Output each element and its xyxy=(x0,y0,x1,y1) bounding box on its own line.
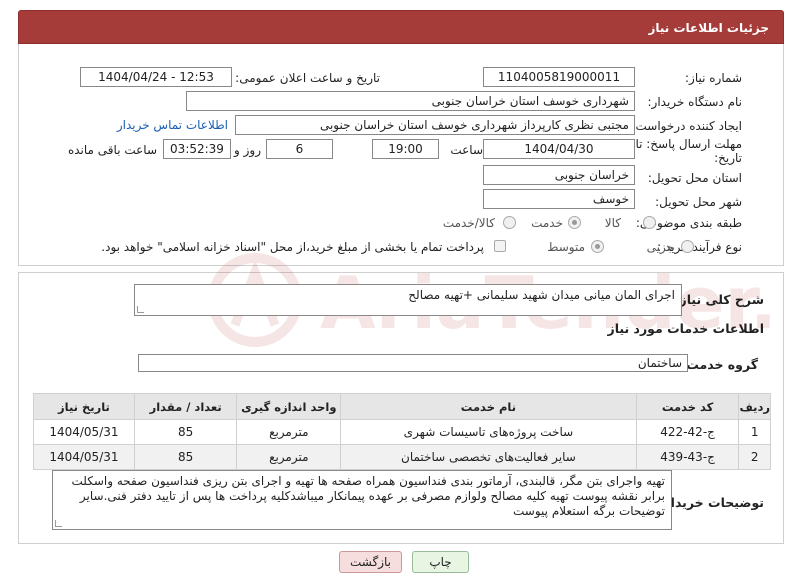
city-label: شهر محل تحویل: xyxy=(655,195,742,209)
service-name: ساخت پروژه‌های تاسیسات شهری xyxy=(340,419,637,445)
summary-text: اجرای المان میانی میدان شهید سلیمانی +ته… xyxy=(408,288,675,302)
need-date: 1404/05/31 xyxy=(33,444,135,470)
remaining-time-field: 03:52:39 xyxy=(163,139,231,159)
creator-field: مجتبی نظری کارپرداز شهرداری خوسف استان خ… xyxy=(235,115,635,135)
buyer-notes-textarea: تهیه واجرای بتن مگر، قالبندی، آرماتور بن… xyxy=(52,470,672,530)
buyer-notes-label: توضیحات خریدار: xyxy=(658,495,764,510)
process-option-minor: جزیی xyxy=(646,240,674,254)
days-label: روز و xyxy=(234,143,261,157)
creator-label: ایجاد کننده درخواست: xyxy=(631,119,742,133)
panel-header-frame: جزئیات اطلاعات نیاز xyxy=(18,10,784,44)
deadline-date-field: 1404/04/30 xyxy=(483,139,635,159)
service-code: ج-42-422 xyxy=(635,419,740,445)
days-field: 6 xyxy=(266,139,333,159)
row-number: 1 xyxy=(738,419,771,445)
summary-label: شرح کلی نیاز: xyxy=(674,292,764,307)
category-radio-goods[interactable] xyxy=(643,216,656,229)
resize-handle-icon[interactable] xyxy=(55,520,62,527)
announce-label: تاریخ و ساعت اعلان عمومی: xyxy=(235,71,380,85)
buyer-org-field: شهرداری خوسف استان خراسان جنوبی xyxy=(186,91,635,111)
deadline-label: مهلت ارسال پاسخ: تا xyxy=(635,137,742,151)
deadline-date-label: تاریخ: xyxy=(714,151,742,165)
unit: مترمربع xyxy=(236,419,342,445)
col-header-service-code: کد خدمت xyxy=(635,393,740,420)
treasury-payment-checkbox[interactable] xyxy=(494,240,506,252)
buyer-notes-text: تهیه واجرای بتن مگر، قالبندی، آرماتور بن… xyxy=(71,474,665,518)
deadline-time-field: 19:00 xyxy=(372,139,439,159)
process-option-medium: متوسط xyxy=(547,240,585,254)
need-number-label: شماره نیاز: xyxy=(685,71,742,85)
category-radio-service[interactable] xyxy=(568,216,581,229)
unit: مترمربع xyxy=(236,444,342,470)
city-field: خوسف xyxy=(483,189,635,209)
treasury-payment-note: پرداخت تمام یا بخشی از مبلغ خرید،از محل … xyxy=(101,240,484,254)
service-name: سایر فعالیت‌های تخصصی ساختمان xyxy=(340,444,637,470)
buyer-org-label: نام دستگاه خریدار: xyxy=(647,95,743,109)
service-code: ج-43-439 xyxy=(635,444,740,470)
buyer-contact-link[interactable]: اطلاعات تماس خریدار xyxy=(117,118,228,132)
col-header-unit: واحد اندازه گیری xyxy=(236,393,342,420)
services-table: ردیف کد خدمت نام خدمت واحد اندازه گیری ت… xyxy=(33,393,771,470)
resize-handle-icon[interactable] xyxy=(137,306,144,313)
page-title: جزئیات اطلاعات نیاز xyxy=(18,10,784,44)
back-button[interactable]: بازگشت xyxy=(339,551,402,573)
quantity: 85 xyxy=(133,419,238,445)
time-label: ساعت xyxy=(450,143,483,157)
services-heading: اطلاعات خدمات مورد نیاز xyxy=(607,321,765,336)
category-option-goods-service: کالا/خدمت xyxy=(442,216,495,230)
service-group-label: گروه خدمت: xyxy=(681,357,758,372)
remaining-label: ساعت باقی مانده xyxy=(67,143,157,157)
col-header-need-date: تاریخ نیاز xyxy=(33,393,135,420)
process-radio-medium[interactable] xyxy=(591,240,604,253)
col-header-row-number: ردیف xyxy=(738,393,771,420)
service-group-field: ساختمان xyxy=(138,354,688,372)
col-header-service-name: نام خدمت xyxy=(340,393,637,420)
quantity: 85 xyxy=(133,444,238,470)
need-number-field: 1104005819000011 xyxy=(483,67,635,87)
process-radio-minor[interactable] xyxy=(681,240,694,253)
category-option-goods: کالا xyxy=(604,216,621,230)
announce-datetime-field: 1404/04/24 - 12:53 xyxy=(80,67,232,87)
col-header-quantity: تعداد / مقدار xyxy=(133,393,238,420)
category-radio-goods-service[interactable] xyxy=(503,216,516,229)
table-header-row: ردیف کد خدمت نام خدمت واحد اندازه گیری ت… xyxy=(33,393,771,420)
table-row: 2 ج-43-439 سایر فعالیت‌های تخصصی ساختمان… xyxy=(33,444,771,470)
category-option-service: خدمت xyxy=(531,216,563,230)
table-row: 1 ج-42-422 ساخت پروژه‌های تاسیسات شهری م… xyxy=(33,419,771,445)
row-number: 2 xyxy=(738,444,771,470)
summary-textarea: اجرای المان میانی میدان شهید سلیمانی +ته… xyxy=(134,284,682,316)
need-date: 1404/05/31 xyxy=(33,419,135,445)
print-button[interactable]: چاپ xyxy=(412,551,469,573)
province-field: خراسان جنوبی xyxy=(483,165,635,185)
province-label: استان محل تحویل: xyxy=(647,171,742,185)
